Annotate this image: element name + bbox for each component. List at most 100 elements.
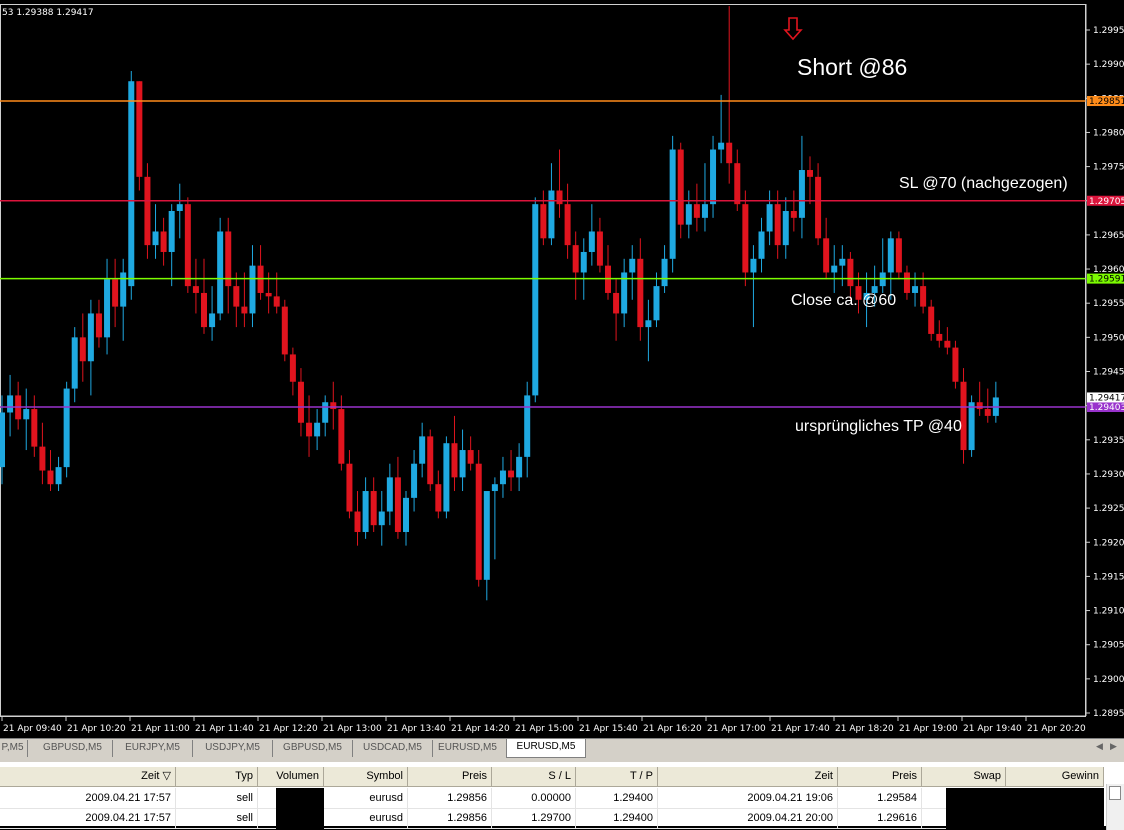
- candle-body: [47, 470, 54, 485]
- chart-tab[interactable]: USDJPY,M5: [193, 740, 273, 757]
- candle-body: [451, 443, 458, 478]
- chart-tab[interactable]: USDCAD,M5: [353, 740, 433, 757]
- table-cell: 0.00000: [492, 788, 576, 808]
- price-tick-label: 1.29355: [1093, 436, 1124, 446]
- column-header[interactable]: Gewinn: [1006, 767, 1104, 786]
- chart-tab[interactable]: GBPUSD,M5: [33, 740, 113, 757]
- chart-tab[interactable]: P,M5: [0, 740, 28, 757]
- column-header[interactable]: Typ: [176, 767, 258, 786]
- terminal-scrollbar[interactable]: [1106, 784, 1124, 830]
- candle-body: [669, 149, 676, 259]
- table-cell: 2009.04.21 19:06: [658, 788, 838, 808]
- candle-body: [524, 395, 531, 457]
- candle-body: [847, 258, 854, 287]
- price-tick-label: 1.29455: [1093, 368, 1124, 378]
- candle-body: [120, 272, 127, 307]
- candle-body: [742, 204, 749, 273]
- candle-body: [403, 497, 409, 533]
- candle-body: [685, 204, 692, 225]
- terminal-header: Zeit ▽ Typ Volumen Symbol Preis S / LT / P Zei…: [0, 767, 1104, 787]
- candle-body: [71, 337, 78, 389]
- candle-body: [540, 204, 547, 239]
- candle-body: [653, 286, 660, 321]
- candle-body: [952, 347, 959, 382]
- candle-body: [23, 409, 30, 420]
- chart-tab[interactable]: EURJPY,M5: [113, 740, 193, 757]
- candle-body: [314, 422, 321, 437]
- candle-body: [362, 491, 369, 533]
- candle-body: [920, 286, 927, 307]
- trade-row[interactable]: 2009.04.21 17:57 sell eurusd 1.29856 0.00000…: [0, 788, 1104, 809]
- table-cell: 1.29616: [838, 808, 922, 828]
- candle-body: [378, 511, 385, 526]
- terminal-panel: Zeit ▽ Typ Volumen Symbol Preis S / LT / P Zei…: [0, 758, 1124, 830]
- price-chart[interactable]: 1.299551.299051.298551.298051.297551.297…: [0, 0, 1124, 738]
- table-cell: eurusd: [324, 808, 408, 828]
- candle-body: [556, 190, 563, 205]
- candle-body: [661, 258, 668, 287]
- candle-body: [217, 231, 224, 314]
- time-tick-label: 21 Apr 10:20: [67, 724, 126, 734]
- candle-body: [394, 477, 401, 533]
- column-header[interactable]: Preis: [408, 767, 492, 786]
- candle-body: [499, 470, 506, 485]
- table-cell: 2009.04.21 20:00: [658, 808, 838, 828]
- candle-body: [701, 204, 708, 218]
- candle-body: [960, 381, 967, 451]
- time-tick-label: 21 Apr 13:00: [323, 724, 382, 734]
- column-header[interactable]: Symbol: [324, 767, 408, 786]
- chart-tab-bar: P,M5 GBPUSD,M5 EURJPY,M5 USDJPY,M5 GBPUSD,M5…: [0, 738, 1124, 758]
- candle-body: [508, 470, 515, 478]
- chart-tab[interactable]: EURUSD,M5: [506, 739, 586, 758]
- candle-body: [548, 190, 555, 239]
- chart-window[interactable]: 1.299551.299051.298551.298051.297551.297…: [0, 0, 1124, 738]
- column-header[interactable]: Preis: [838, 767, 922, 786]
- price-tick-label: 1.29105: [1093, 607, 1124, 617]
- time-tick-label: 21 Apr 11:40: [195, 724, 254, 734]
- candle-body: [807, 170, 813, 177]
- time-tick-label: 21 Apr 19:00: [899, 724, 958, 734]
- chart-tab[interactable]: GBPUSD,M5: [273, 740, 353, 757]
- tab-scroll-right-icon[interactable]: ▶: [1110, 742, 1117, 752]
- sell-arrow-icon: [783, 17, 803, 41]
- candle-body: [459, 450, 466, 478]
- candle-body: [936, 333, 943, 341]
- candle-body: [306, 422, 313, 437]
- candle-body: [184, 204, 191, 287]
- candle-body: [31, 409, 38, 447]
- table-cell: 1.29856: [408, 788, 492, 808]
- price-tick-label: 1.29055: [1093, 641, 1124, 651]
- column-header[interactable]: Zeit ▽: [0, 767, 176, 786]
- tab-scroll-left-icon[interactable]: ◀: [1096, 742, 1103, 752]
- candle-body: [596, 231, 603, 266]
- candle-body: [152, 231, 159, 246]
- time-tick-label: 21 Apr 13:40: [387, 724, 446, 734]
- column-header[interactable]: T / P: [576, 767, 658, 786]
- price-tick-label: 1.29655: [1093, 231, 1124, 241]
- candle-body: [693, 204, 700, 218]
- candle-body: [710, 149, 717, 205]
- column-header[interactable]: Volumen: [258, 767, 324, 786]
- column-header[interactable]: Swap: [922, 767, 1006, 786]
- column-header[interactable]: Zeit: [658, 767, 838, 786]
- column-header[interactable]: S / L: [492, 767, 576, 786]
- candle-body: [516, 456, 523, 478]
- price-tick-label: 1.28955: [1093, 709, 1124, 719]
- table-cell: 1.29400: [576, 808, 658, 828]
- level-price-label: 1.29851: [1089, 97, 1124, 107]
- ohlc-readout: 53 1.29388 1.29417: [2, 8, 94, 18]
- price-tick-label: 1.29755: [1093, 163, 1124, 173]
- chart-tab[interactable]: EURUSD,M5: [428, 740, 508, 757]
- redacted-profit: [946, 788, 1104, 830]
- candle-body: [790, 210, 797, 218]
- time-tick-label: 21 Apr 20:20: [1027, 724, 1086, 734]
- table-cell: 1.29856: [408, 808, 492, 828]
- candle-body: [346, 463, 353, 512]
- scrollbar-thumb[interactable]: [1109, 786, 1121, 800]
- time-tick-label: 21 Apr 18:20: [835, 724, 894, 734]
- price-tick-label: 1.29505: [1093, 333, 1124, 343]
- price-tick-label: 1.29905: [1093, 60, 1124, 70]
- candle-body: [7, 395, 14, 413]
- candle-body: [823, 238, 830, 273]
- level-price-label: 1.29403: [1089, 403, 1124, 413]
